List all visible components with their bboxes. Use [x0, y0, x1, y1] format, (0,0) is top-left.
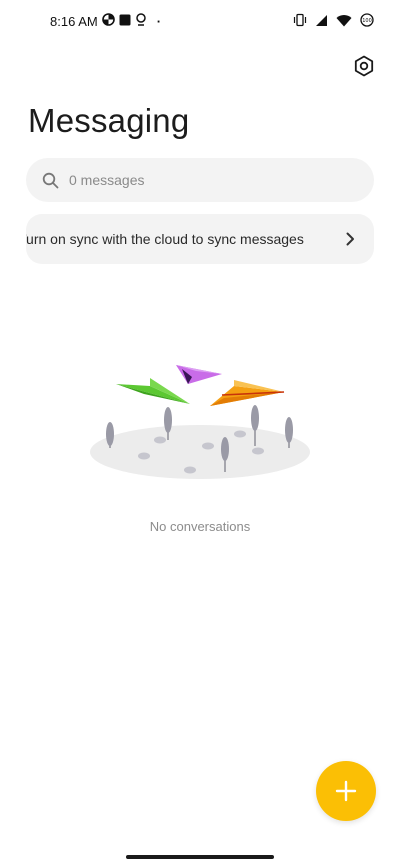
status-bar-right: 100 — [293, 13, 374, 32]
empty-state-illustration — [90, 365, 310, 479]
notification-dot: · — [156, 13, 162, 29]
wifi-icon — [336, 14, 352, 32]
vibrate-icon — [293, 13, 307, 32]
sync-text-container: Turn on sync with the cloud to sync mess… — [26, 214, 328, 264]
purple-paper-plane-icon — [176, 365, 222, 384]
stop-square-icon — [119, 14, 131, 29]
gear-hex-icon — [354, 55, 374, 77]
page-title: Messaging — [28, 102, 190, 139]
battery-icon: 100 — [360, 13, 374, 32]
orange-paper-plane-icon — [210, 380, 285, 406]
location-pin-icon — [135, 13, 147, 29]
data-saver-icon — [101, 13, 115, 29]
search-bar[interactable]: 0 messages — [26, 158, 374, 202]
settings-button[interactable] — [352, 54, 376, 78]
green-paper-plane-icon — [116, 378, 190, 404]
search-icon — [42, 172, 59, 188]
sync-banner[interactable]: Turn on sync with the cloud to sync mess… — [26, 214, 374, 264]
ground-ellipse — [90, 425, 310, 479]
sync-banner-text: Turn on sync with the cloud to sync mess… — [26, 231, 304, 247]
status-time: 8:16 AM — [50, 13, 98, 29]
battery-level-text: 100 — [362, 18, 372, 24]
empty-state-label: No conversations — [149, 519, 251, 534]
plus-icon — [335, 780, 357, 802]
search-placeholder: 0 messages — [69, 172, 145, 188]
new-message-button[interactable] — [316, 761, 376, 821]
home-indicator[interactable] — [126, 855, 274, 859]
chevron-right-icon — [346, 232, 354, 246]
cell-signal-icon — [315, 14, 328, 32]
status-bar-left: 8:16 AM · — [50, 13, 161, 29]
status-bar: 8:16 AM · 100 — [0, 0, 400, 44]
